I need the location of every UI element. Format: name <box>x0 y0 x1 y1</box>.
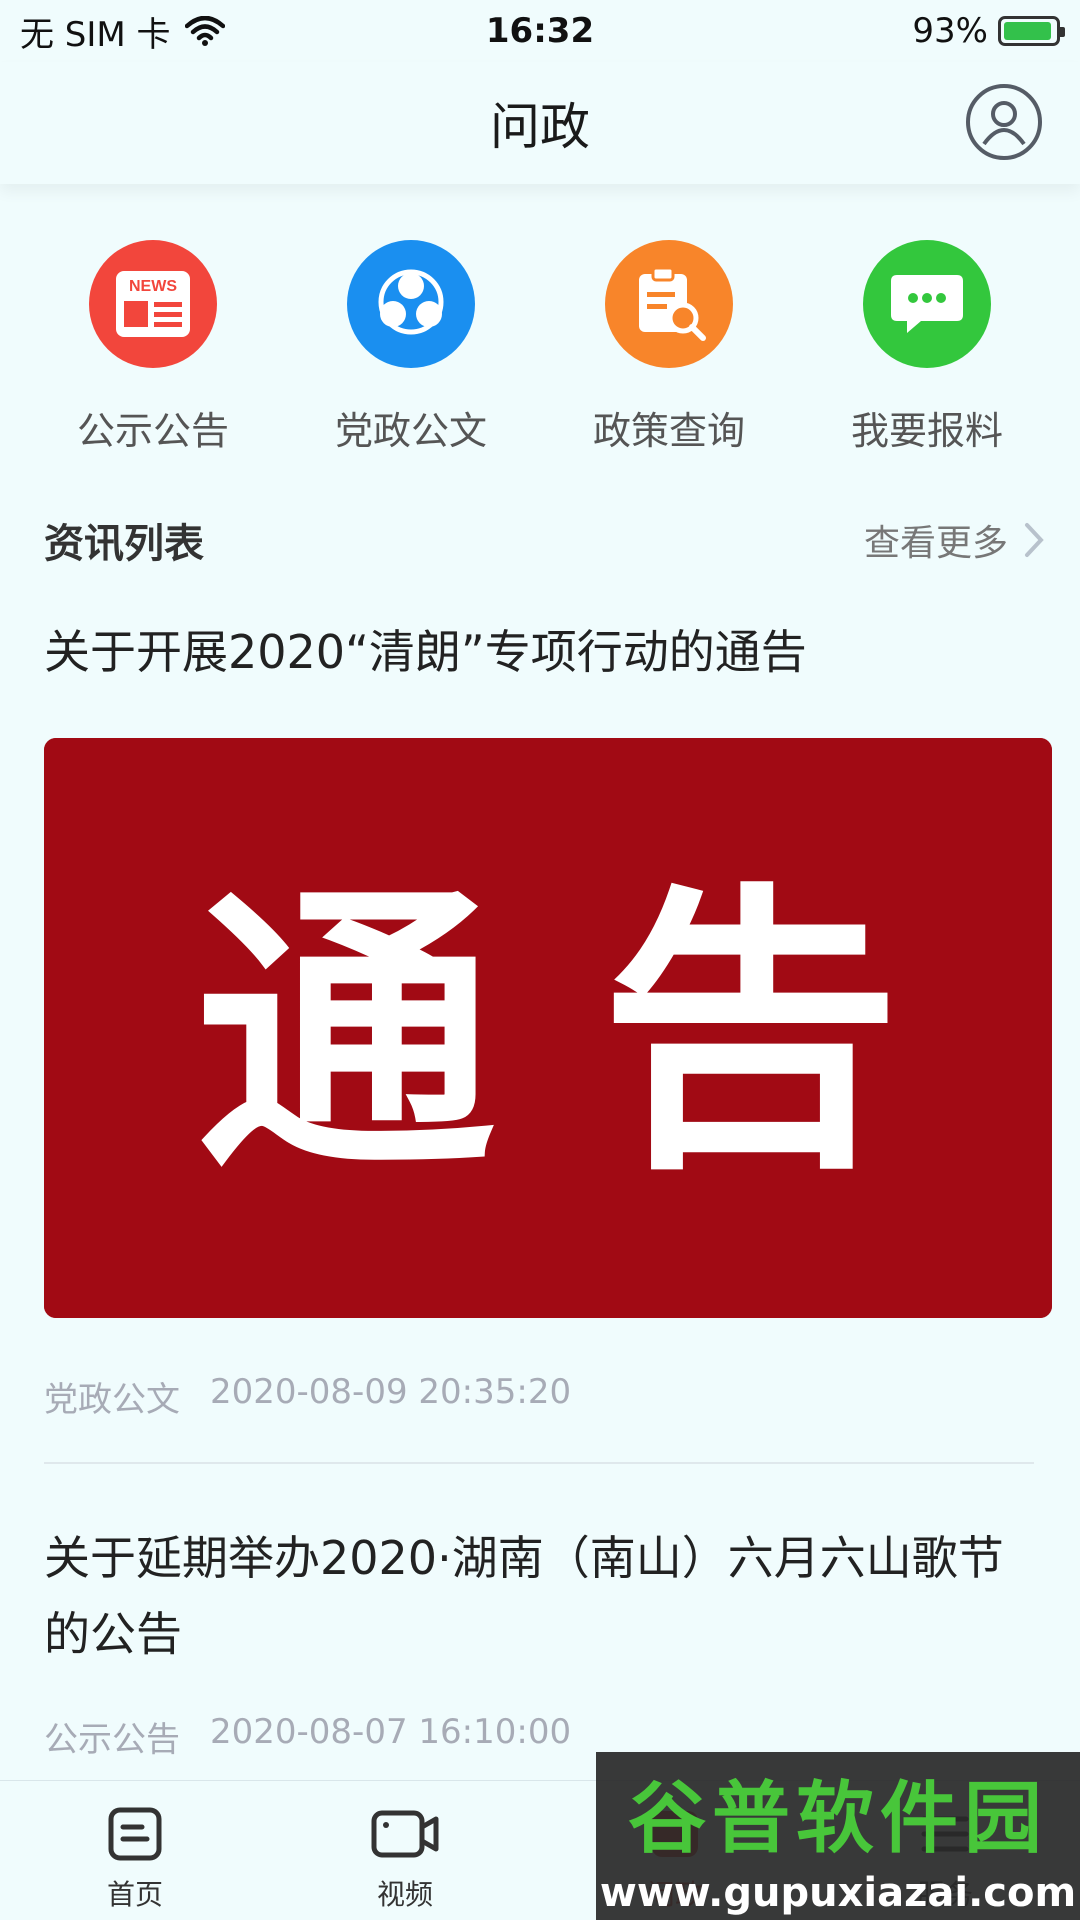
battery-fill <box>1004 22 1051 40</box>
news-item-title[interactable]: 关于开展2020“清朗”专项行动的通告 <box>44 614 1036 690</box>
notice-image: 通 告 <box>44 738 1052 1318</box>
status-bar: 无 SIM 卡 16:32 93% <box>0 0 1080 62</box>
news-time: 2020-08-07 16:10:00 <box>210 1712 572 1752</box>
news-item-meta: 党政公文 2020-08-09 20:35:20 <box>44 1372 571 1421</box>
view-more-label: 查看更多 <box>863 523 1008 564</box>
news-category: 公示公告 <box>44 1720 180 1760</box>
news-list-header: 资讯列表 查看更多 <box>44 510 1044 570</box>
quick-entry-label: 我要报料 <box>850 409 1003 453</box>
tab-video[interactable]: 视频 <box>270 1781 540 1920</box>
carrier-text: 无 SIM 卡 <box>20 14 171 55</box>
watermark-title: 谷普软件园 <box>627 1774 1048 1864</box>
chevron-right-icon <box>1025 523 1044 557</box>
news-time: 2020-08-09 20:35:20 <box>210 1372 572 1412</box>
quick-entry-policy-search[interactable]: 政策查询 <box>559 240 779 470</box>
section-title: 资讯列表 <box>44 521 204 567</box>
user-avatar-button[interactable] <box>966 84 1042 160</box>
quick-entry-party-docs[interactable]: 党政公文 <box>301 240 521 470</box>
quick-entry-label: 政策查询 <box>592 409 745 453</box>
view-more-link[interactable]: 查看更多 <box>864 514 1044 566</box>
quick-entry-report[interactable]: 我要报料 <box>817 240 1037 470</box>
news-item-title[interactable]: 关于延期举办2020·湖南（南山）六月六山歌节的公告 <box>44 1520 1036 1672</box>
news-icon: NEWS <box>89 240 217 368</box>
news-thumbnail[interactable]: 通 告 <box>44 738 1052 1318</box>
group-icon <box>347 240 475 368</box>
home-doc-icon <box>108 1807 162 1861</box>
clipboard-search-icon <box>605 240 733 368</box>
news-category: 党政公文 <box>44 1380 180 1420</box>
wifi-icon <box>184 16 225 46</box>
quick-entry-label: 党政公文 <box>334 409 487 453</box>
quick-entry-label: 公示公告 <box>76 409 229 453</box>
watermark-url: www.gupuxiazai.com <box>599 1870 1077 1916</box>
chat-bubble-icon <box>863 240 991 368</box>
user-icon <box>982 101 1026 146</box>
divider <box>44 1462 1034 1464</box>
quick-entry-notice[interactable]: NEWS 公示公告 <box>43 240 263 470</box>
battery-percent: 93% <box>912 11 988 51</box>
page-title: 问政 <box>490 98 590 156</box>
notice-image-text: 通 告 <box>196 860 900 1209</box>
tab-label: 首页 <box>106 1878 163 1911</box>
battery-icon <box>998 16 1065 46</box>
watermark: 谷普软件园 www.gupuxiazai.com <box>596 1752 1080 1920</box>
nav-header: 问政 <box>0 62 1080 184</box>
quick-entry-row: NEWS 公示公告 党政公文 政策查询 我要报料 <box>0 240 1080 470</box>
tab-home[interactable]: 首页 <box>0 1781 270 1920</box>
news-item-meta: 公示公告 2020-08-07 16:10:00 <box>44 1712 571 1761</box>
video-icon <box>371 1810 439 1858</box>
news-icon-text: NEWS <box>129 278 177 295</box>
tab-label: 视频 <box>376 1878 433 1911</box>
